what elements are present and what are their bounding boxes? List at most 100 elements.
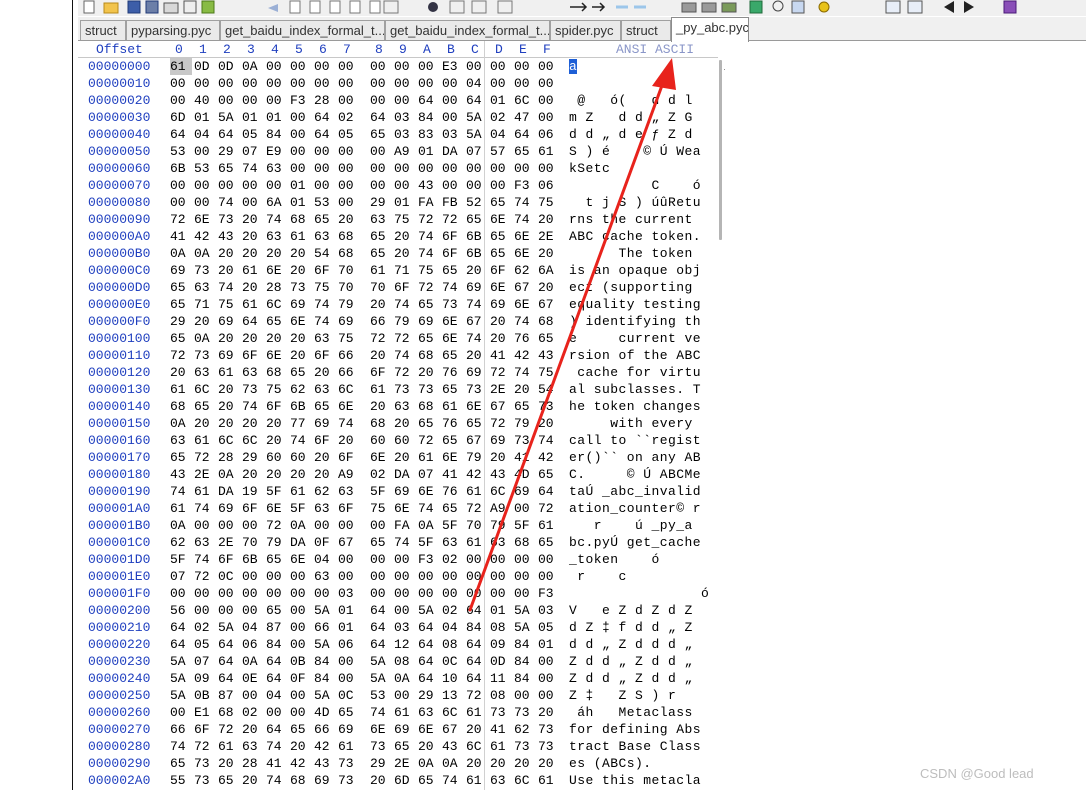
hex-byte[interactable]: 75: [218, 296, 240, 313]
hex-byte[interactable]: 00: [394, 585, 416, 602]
hex-byte[interactable]: 00: [370, 551, 392, 568]
hex-byte[interactable]: 65: [194, 398, 216, 415]
hex-byte[interactable]: 20: [218, 245, 240, 262]
hex-byte[interactable]: 00: [290, 602, 312, 619]
hex-byte[interactable]: 5A: [218, 109, 240, 126]
hex-byte[interactable]: 20: [514, 381, 536, 398]
hex-byte[interactable]: 00: [242, 687, 264, 704]
hex-byte[interactable]: 64: [314, 109, 336, 126]
hex-byte[interactable]: 6E: [514, 245, 536, 262]
next-window-icon[interactable]: [964, 1, 974, 13]
hex-byte[interactable]: 61: [466, 772, 488, 789]
hex-byte[interactable]: 70: [370, 279, 392, 296]
hex-byte[interactable]: 20: [538, 755, 560, 772]
hex-byte[interactable]: 00: [194, 75, 216, 92]
hex-byte[interactable]: 6C: [218, 432, 240, 449]
hex-byte[interactable]: 65: [418, 330, 440, 347]
hex-byte[interactable]: 00: [266, 75, 288, 92]
hex-byte[interactable]: 69: [314, 772, 336, 789]
hex-row[interactable]: 000000F0 29 20 69 64 65 6E 74 69 66 79 69 6E 67 20 74 68…: [78, 313, 718, 330]
hex-byte[interactable]: 75: [418, 262, 440, 279]
hex-byte[interactable]: 73: [338, 755, 360, 772]
hex-byte[interactable]: 05: [242, 126, 264, 143]
hex-byte[interactable]: 84: [266, 636, 288, 653]
hex-byte[interactable]: 6F: [242, 500, 264, 517]
hex-byte[interactable]: 65: [338, 704, 360, 721]
hex-byte[interactable]: 20: [314, 364, 336, 381]
hex-byte[interactable]: 76: [514, 330, 536, 347]
hex-byte[interactable]: 64: [170, 619, 192, 636]
hex-byte[interactable]: 75: [314, 279, 336, 296]
hex-byte[interactable]: 0A: [418, 517, 440, 534]
hex-byte[interactable]: 5F: [290, 500, 312, 517]
hex-byte[interactable]: 20: [466, 347, 488, 364]
hex-byte[interactable]: 00: [514, 585, 536, 602]
hex-byte[interactable]: 0A: [394, 670, 416, 687]
hex-byte[interactable]: 00: [466, 58, 488, 75]
hex-byte[interactable]: 00: [218, 177, 240, 194]
hex-byte[interactable]: 5A: [514, 602, 536, 619]
hex-byte[interactable]: 20: [242, 466, 264, 483]
hex-byte[interactable]: 00: [394, 177, 416, 194]
hex-byte[interactable]: 43: [538, 347, 560, 364]
hex-byte[interactable]: 11: [490, 670, 512, 687]
hex-byte[interactable]: 2E: [394, 755, 416, 772]
hex-byte[interactable]: 00: [242, 92, 264, 109]
hex-byte[interactable]: 00: [218, 92, 240, 109]
ascii-text[interactable]: he token changes: [569, 398, 701, 415]
hex-byte[interactable]: 20: [290, 262, 312, 279]
hex-byte[interactable]: FA: [394, 517, 416, 534]
hex-byte[interactable]: 20: [266, 466, 288, 483]
hex-byte[interactable]: 79: [338, 296, 360, 313]
hex-byte[interactable]: 00: [490, 568, 512, 585]
hex-byte[interactable]: 67: [514, 279, 536, 296]
hex-byte[interactable]: 6C: [194, 381, 216, 398]
ascii-text[interactable]: ) identifying th: [569, 313, 701, 330]
hex-byte[interactable]: 66: [370, 313, 392, 330]
hex-byte[interactable]: 61: [538, 517, 560, 534]
hex-byte[interactable]: 00: [314, 160, 336, 177]
hex-byte[interactable]: 43: [418, 177, 440, 194]
hex-byte[interactable]: 72: [266, 517, 288, 534]
hex-byte[interactable]: 79: [394, 313, 416, 330]
hex-byte[interactable]: 6C: [514, 772, 536, 789]
hex-byte[interactable]: 42: [194, 228, 216, 245]
hex-byte[interactable]: 87: [266, 619, 288, 636]
tab-struct[interactable]: struct: [80, 20, 126, 40]
hex-byte[interactable]: 0D: [218, 58, 240, 75]
hex-byte[interactable]: 6F: [338, 449, 360, 466]
hex-row[interactable]: 00000130 61 6C 20 73 75 62 63 6C 61 73 73 65 73 2E 20 54…: [78, 381, 718, 398]
hex-byte[interactable]: 65: [514, 398, 536, 415]
hex-byte[interactable]: 72: [370, 330, 392, 347]
hex-byte[interactable]: 20: [242, 721, 264, 738]
hex-byte[interactable]: 00: [218, 585, 240, 602]
hex-row[interactable]: 000001F0 00 00 00 00 00 00 00 03 00 00 00 00 00 00 00 F3…: [78, 585, 718, 602]
hex-byte[interactable]: 00: [370, 75, 392, 92]
hex-byte[interactable]: 61: [538, 772, 560, 789]
hex-byte[interactable]: 73: [514, 738, 536, 755]
hex-byte[interactable]: 01: [418, 143, 440, 160]
hex-byte[interactable]: 01: [490, 92, 512, 109]
hex-byte[interactable]: 67: [466, 313, 488, 330]
goto-icon[interactable]: [592, 2, 606, 12]
hex-byte[interactable]: 68: [514, 534, 536, 551]
hex-byte[interactable]: 6F: [490, 262, 512, 279]
hex-byte[interactable]: 6E: [394, 500, 416, 517]
hex-byte[interactable]: 56: [170, 602, 192, 619]
ascii-text[interactable]: rns the current: [569, 211, 701, 228]
hex-byte[interactable]: 00: [194, 602, 216, 619]
hex-byte[interactable]: 63: [418, 704, 440, 721]
hex-byte[interactable]: 5A: [514, 619, 536, 636]
hex-byte[interactable]: 74: [418, 500, 440, 517]
hex-byte[interactable]: 00: [538, 75, 560, 92]
hex-byte[interactable]: 00: [370, 58, 392, 75]
hex-byte[interactable]: 00: [418, 160, 440, 177]
hex-byte[interactable]: 73: [194, 262, 216, 279]
hex-byte[interactable]: 6F: [266, 398, 288, 415]
hex-byte[interactable]: 64: [370, 602, 392, 619]
hex-byte[interactable]: 6B: [290, 398, 312, 415]
hex-byte[interactable]: 61: [490, 738, 512, 755]
hex-byte[interactable]: 0A: [242, 58, 264, 75]
hex-byte[interactable]: 74: [394, 296, 416, 313]
hex-byte[interactable]: 08: [394, 653, 416, 670]
